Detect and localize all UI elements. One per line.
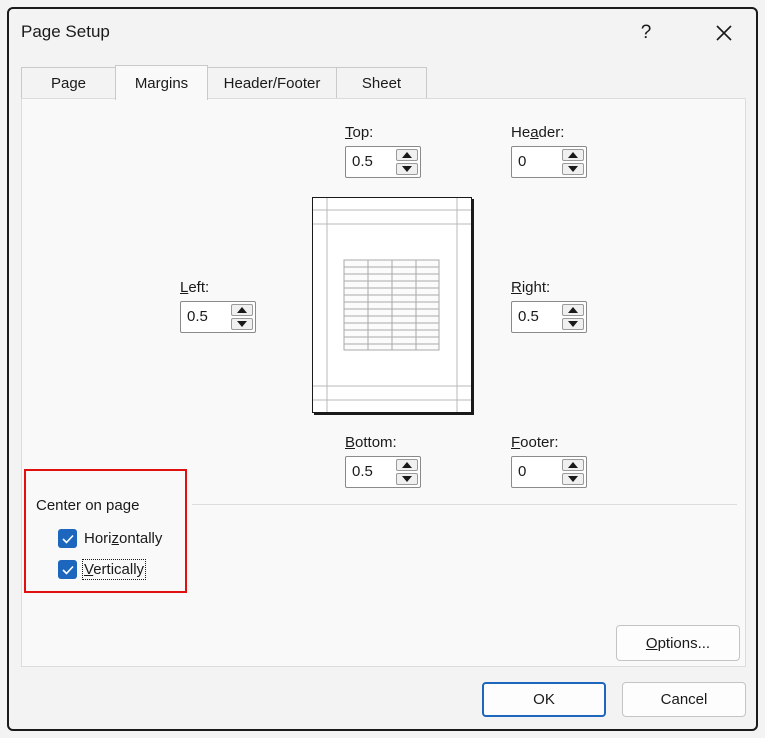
top-margin-down[interactable] [396, 163, 418, 175]
arrow-down-icon [568, 321, 578, 327]
cancel-button-label: Cancel [660, 691, 708, 708]
right-label: Right: [511, 279, 551, 296]
close-icon [716, 25, 732, 41]
top-label: Top: [345, 124, 374, 141]
tab-header-footer-label: Header/Footer [223, 75, 321, 92]
dialog-title: Page Setup [21, 22, 110, 41]
bottom-label: Bottom: [345, 434, 397, 451]
arrow-down-icon [402, 476, 412, 482]
left-margin-up[interactable] [231, 304, 253, 316]
tab-margins[interactable]: Margins [115, 65, 208, 100]
group-divider [192, 504, 737, 505]
right-margin-down[interactable] [562, 318, 584, 330]
footer-label: Footer: [511, 434, 559, 451]
help-icon: ? [640, 22, 652, 43]
left-label: Left: [180, 279, 210, 296]
header-margin-spinner[interactable]: 0 [511, 146, 587, 178]
arrow-up-icon [568, 152, 578, 158]
help-button[interactable]: ? [624, 15, 668, 51]
annotation-highlight-box [24, 469, 187, 593]
arrow-up-icon [402, 152, 412, 158]
top-margin-input[interactable]: 0.5 [352, 153, 373, 170]
right-margin-up[interactable] [562, 304, 584, 316]
options-button[interactable]: Options... [616, 625, 740, 661]
tab-sheet-label: Sheet [361, 75, 402, 92]
title-bar: Page Setup ? [9, 9, 756, 55]
arrow-up-icon [568, 307, 578, 313]
ok-button[interactable]: OK [482, 682, 606, 717]
top-margin-spinner[interactable]: 0.5 [345, 146, 421, 178]
tab-header-footer[interactable]: Header/Footer [207, 67, 337, 99]
left-margin-spinner[interactable]: 0.5 [180, 301, 256, 333]
footer-margin-input[interactable]: 0 [518, 463, 526, 480]
left-margin-input[interactable]: 0.5 [187, 308, 208, 325]
arrow-down-icon [402, 166, 412, 172]
tab-margins-label: Margins [134, 74, 189, 92]
arrow-up-icon [568, 462, 578, 468]
cancel-button[interactable]: Cancel [622, 682, 746, 717]
footer-margin-down[interactable] [562, 473, 584, 485]
header-margin-down[interactable] [562, 163, 584, 175]
arrow-up-icon [237, 307, 247, 313]
tab-sheet[interactable]: Sheet [336, 67, 427, 99]
bottom-margin-up[interactable] [396, 459, 418, 471]
bottom-margin-spinner[interactable]: 0.5 [345, 456, 421, 488]
right-margin-input[interactable]: 0.5 [518, 308, 539, 325]
arrow-down-icon [568, 476, 578, 482]
page-preview [312, 197, 472, 413]
ok-button-label: OK [533, 691, 555, 708]
arrow-down-icon [237, 321, 247, 327]
arrow-down-icon [568, 166, 578, 172]
options-button-label: Options... [645, 634, 711, 652]
page-setup-dialog: Page Setup ? Page Margins Header/Footer … [7, 7, 758, 731]
tab-page-label: Page [50, 75, 87, 92]
footer-margin-up[interactable] [562, 459, 584, 471]
header-margin-up[interactable] [562, 149, 584, 161]
table-preview-grid [343, 259, 440, 351]
left-margin-down[interactable] [231, 318, 253, 330]
header-label: Header: [511, 124, 565, 141]
close-button[interactable] [702, 15, 746, 51]
top-margin-up[interactable] [396, 149, 418, 161]
page-preview-graphic [313, 198, 471, 412]
footer-margin-spinner[interactable]: 0 [511, 456, 587, 488]
bottom-margin-down[interactable] [396, 473, 418, 485]
bottom-margin-input[interactable]: 0.5 [352, 463, 373, 480]
tab-page[interactable]: Page [21, 67, 116, 99]
header-margin-input[interactable]: 0 [518, 153, 526, 170]
right-margin-spinner[interactable]: 0.5 [511, 301, 587, 333]
arrow-up-icon [402, 462, 412, 468]
